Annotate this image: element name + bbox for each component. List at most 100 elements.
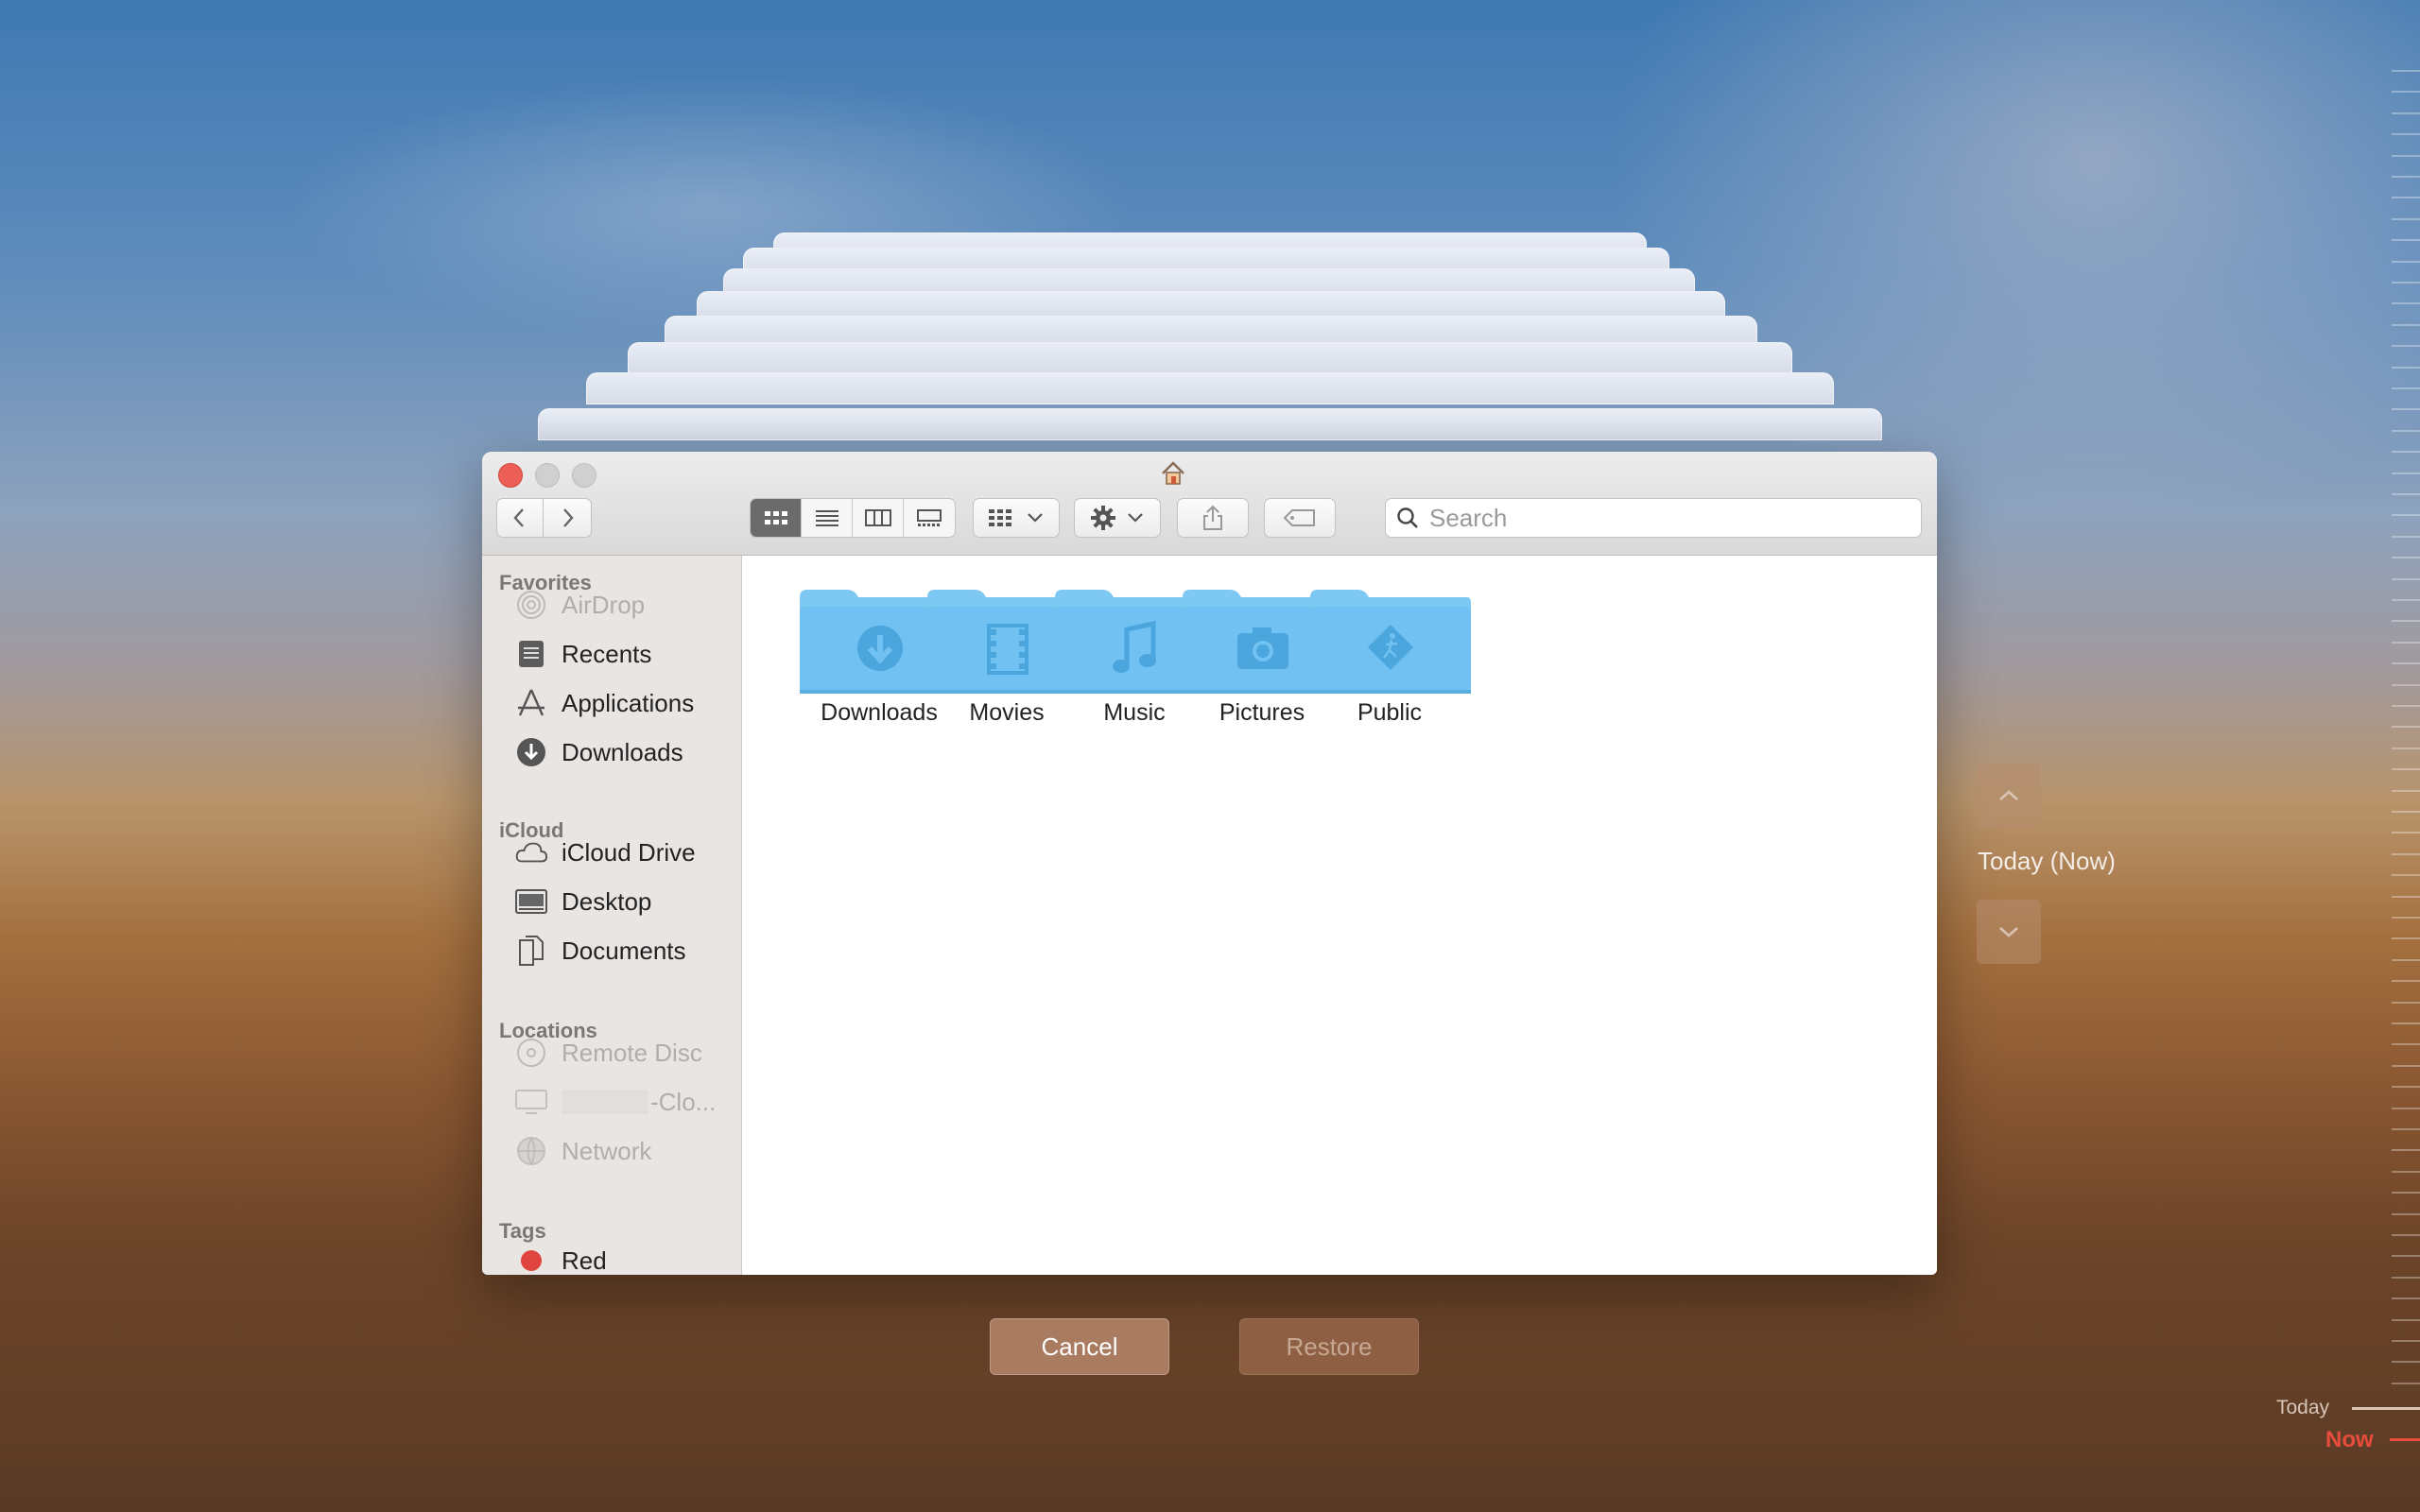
timeline-tick[interactable] xyxy=(2392,896,2420,898)
timeline-tick[interactable] xyxy=(2392,218,2420,220)
timeline-tick[interactable] xyxy=(2392,261,2420,263)
timeline-tick[interactable] xyxy=(2392,874,2420,876)
timeline-tick[interactable] xyxy=(2392,1108,2420,1109)
timeline-tick[interactable] xyxy=(2392,1086,2420,1088)
sidebar-item-network[interactable]: Network xyxy=(514,1132,651,1170)
timeline-tick[interactable] xyxy=(2392,1171,2420,1173)
sidebar-item-applications[interactable]: Applications xyxy=(514,684,694,722)
timeline-tick[interactable] xyxy=(2392,599,2420,601)
timeline-tick[interactable] xyxy=(2392,1234,2420,1236)
timeline-tick[interactable] xyxy=(2392,1043,2420,1045)
timeline-tick[interactable] xyxy=(2392,133,2420,135)
timeline-tick[interactable] xyxy=(2392,1022,2420,1024)
timeline-tick[interactable] xyxy=(2392,387,2420,389)
timeline-tick[interactable] xyxy=(2392,430,2420,432)
timeline-tick[interactable] xyxy=(2392,239,2420,241)
timeline-tick[interactable] xyxy=(2392,705,2420,707)
timeline-tick[interactable] xyxy=(2392,408,2420,410)
search-field[interactable] xyxy=(1385,498,1922,538)
timeline-tick[interactable] xyxy=(2392,620,2420,622)
sidebar-item-computer[interactable]: -Clo... xyxy=(514,1083,716,1121)
timeline-tick[interactable] xyxy=(2392,1297,2420,1299)
list-view-button[interactable] xyxy=(802,499,853,537)
timeline-tick[interactable] xyxy=(2392,726,2420,728)
timeline-tick[interactable] xyxy=(2392,324,2420,326)
timeline-tick[interactable] xyxy=(2392,282,2420,284)
timeline-tick[interactable] xyxy=(2392,684,2420,686)
timeline-tick[interactable] xyxy=(2392,1002,2420,1004)
newer-backup-button[interactable] xyxy=(1977,900,2041,964)
timeline-tick[interactable] xyxy=(2392,557,2420,558)
icon-view-button[interactable] xyxy=(751,499,802,537)
timeline-tick[interactable] xyxy=(2392,811,2420,813)
timeline-tick[interactable] xyxy=(2392,917,2420,919)
timeline-tick[interactable] xyxy=(2392,578,2420,580)
timeline-tick[interactable] xyxy=(2392,493,2420,495)
timeline-tick[interactable] xyxy=(2392,642,2420,644)
timeline-tick[interactable] xyxy=(2392,451,2420,453)
group-by-button[interactable] xyxy=(973,498,1060,538)
timeline-now-label[interactable]: Now xyxy=(2325,1427,2374,1453)
timeline-tick[interactable] xyxy=(2392,747,2420,749)
forward-button[interactable] xyxy=(543,498,592,538)
timeline-tick[interactable] xyxy=(2392,832,2420,833)
view-mode-segment[interactable] xyxy=(750,498,956,538)
sidebar-item-tag-red[interactable]: Red xyxy=(514,1242,607,1275)
timeline-tick[interactable] xyxy=(2392,1192,2420,1194)
timeline-tick[interactable] xyxy=(2392,959,2420,961)
timeline-tick[interactable] xyxy=(2392,176,2420,178)
search-input[interactable] xyxy=(1429,503,1902,533)
sidebar-item-downloads[interactable]: Downloads xyxy=(514,733,683,771)
timeline-tick[interactable] xyxy=(2392,1383,2420,1384)
timeline-tick[interactable] xyxy=(2392,1319,2420,1321)
timeline-tick[interactable] xyxy=(2392,1255,2420,1257)
timeline-tick[interactable] xyxy=(2392,345,2420,347)
timeline-tick[interactable] xyxy=(2392,1128,2420,1130)
sidebar-item-documents[interactable]: Documents xyxy=(514,932,686,970)
sidebar-item-remote-disc[interactable]: Remote Disc xyxy=(514,1034,702,1072)
timeline-tick[interactable] xyxy=(2392,662,2420,664)
redacted-name xyxy=(562,1090,648,1114)
tag-button[interactable] xyxy=(1264,498,1336,538)
close-button[interactable] xyxy=(498,463,523,488)
cancel-button[interactable]: Cancel xyxy=(990,1318,1169,1375)
timeline[interactable] xyxy=(2382,0,2420,1512)
minimize-button[interactable] xyxy=(535,463,560,488)
timeline-now-marker xyxy=(2390,1438,2420,1441)
timeline-tick[interactable] xyxy=(2392,514,2420,516)
timeline-tick[interactable] xyxy=(2392,1149,2420,1151)
sidebar-item-recents[interactable]: Recents xyxy=(514,635,651,673)
timeline-tick[interactable] xyxy=(2392,937,2420,939)
timeline-tick[interactable] xyxy=(2392,1213,2420,1215)
sidebar-item-icloud-drive[interactable]: iCloud Drive xyxy=(514,833,696,871)
timeline-tick[interactable] xyxy=(2392,790,2420,792)
restore-button[interactable]: Restore xyxy=(1239,1318,1419,1375)
timeline-tick[interactable] xyxy=(2392,1340,2420,1342)
timeline-tick[interactable] xyxy=(2392,853,2420,855)
timeline-tick[interactable] xyxy=(2392,302,2420,304)
timeline-tick[interactable] xyxy=(2392,112,2420,114)
timeline-tick[interactable] xyxy=(2392,536,2420,538)
timeline-tick[interactable] xyxy=(2392,1065,2420,1067)
timeline-tick[interactable] xyxy=(2392,1361,2420,1363)
sidebar-item-airdrop[interactable]: AirDrop xyxy=(514,586,645,624)
zoom-button[interactable] xyxy=(572,463,596,488)
timeline-tick[interactable] xyxy=(2392,197,2420,198)
timeline-tick[interactable] xyxy=(2392,472,2420,474)
timeline-tick[interactable] xyxy=(2392,768,2420,770)
column-view-button[interactable] xyxy=(853,499,904,537)
timeline-tick[interactable] xyxy=(2392,70,2420,72)
back-button[interactable] xyxy=(496,498,544,538)
share-button[interactable] xyxy=(1177,498,1249,538)
timeline-tick[interactable] xyxy=(2392,367,2420,369)
timeline-tick[interactable] xyxy=(2392,980,2420,982)
timeline-tick[interactable] xyxy=(2392,91,2420,93)
timeline-tick[interactable] xyxy=(2392,155,2420,157)
timeline-today-label[interactable]: Today xyxy=(2276,1397,2329,1419)
search-icon xyxy=(1397,507,1418,528)
older-backup-button[interactable] xyxy=(1977,764,2041,828)
gallery-view-button[interactable] xyxy=(904,499,955,537)
timeline-tick[interactable] xyxy=(2392,1277,2420,1279)
action-button[interactable] xyxy=(1074,498,1161,538)
sidebar-item-desktop[interactable]: Desktop xyxy=(514,883,651,920)
